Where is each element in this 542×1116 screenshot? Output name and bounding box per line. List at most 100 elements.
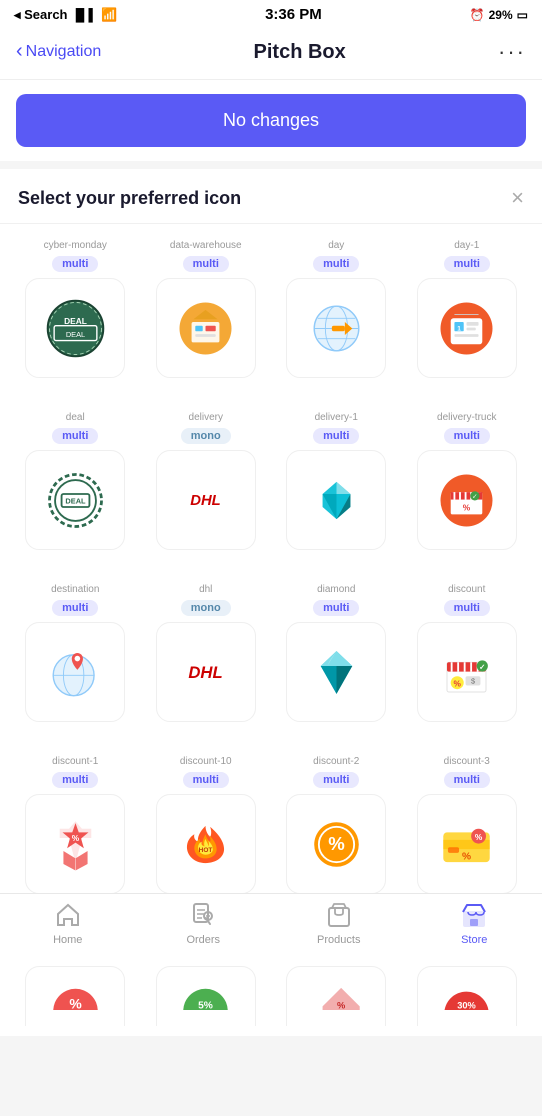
svg-text:✓: ✓ bbox=[479, 662, 485, 671]
tab-orders-label: Orders bbox=[186, 934, 220, 946]
badge-discount1: multi bbox=[52, 772, 98, 788]
icon-picker-title: Select your preferred icon bbox=[18, 188, 241, 209]
icon-label-delivery1: delivery-1 bbox=[315, 412, 358, 423]
badge-discount2: multi bbox=[313, 772, 359, 788]
icon-box-discount7[interactable]: 30% bbox=[417, 966, 517, 1026]
back-button[interactable]: ‹ Navigation bbox=[16, 43, 101, 61]
icon-box-delivery1[interactable] bbox=[286, 450, 386, 550]
icons-grid-row3: destination multi dhl mono bbox=[0, 568, 542, 740]
icon-label-discount10: discount-10 bbox=[180, 756, 232, 767]
svg-text:%: % bbox=[475, 831, 483, 841]
status-right: ⏰ 29% ▭ bbox=[470, 8, 528, 22]
icons-grid-row2: deal multi DEAL delivery mono DHL bbox=[0, 396, 542, 568]
icon-box-delivery-truck[interactable]: % ✓ bbox=[417, 450, 517, 550]
badge-data-warehouse: multi bbox=[183, 256, 229, 272]
icon-label-day: day bbox=[328, 240, 344, 251]
tab-products-label: Products bbox=[317, 934, 360, 946]
icon-box-discount3[interactable]: % % bbox=[417, 794, 517, 894]
icon-box-diamond[interactable] bbox=[286, 622, 386, 722]
svg-text:$: $ bbox=[471, 676, 475, 685]
icon-box-discount[interactable]: % $ ✓ bbox=[417, 622, 517, 722]
svg-text:5%: 5% bbox=[198, 1000, 213, 1010]
back-chevron-icon: ‹ bbox=[16, 41, 23, 61]
badge-discount: multi bbox=[444, 600, 490, 616]
icon-cell-destination: destination multi bbox=[10, 576, 141, 732]
icon-label-discount3: discount-3 bbox=[444, 756, 490, 767]
close-button[interactable]: × bbox=[511, 187, 524, 209]
icon-label-data-warehouse: data-warehouse bbox=[170, 240, 242, 251]
icon-label-delivery: delivery bbox=[189, 412, 223, 423]
badge-deal: multi bbox=[52, 428, 98, 444]
battery-icon: ▭ bbox=[517, 8, 528, 22]
status-time: 3:36 PM bbox=[265, 6, 322, 23]
icon-box-dhl[interactable]: DHL bbox=[156, 622, 256, 722]
tab-bar: Home Orders Products bbox=[0, 893, 542, 964]
status-bar: ◂ Search ▐▌▌ 📶 3:36 PM ⏰ 29% ▭ bbox=[0, 0, 542, 29]
page-title: Pitch Box bbox=[254, 41, 346, 64]
icon-label-deal: deal bbox=[66, 412, 85, 423]
icon-label-diamond: diamond bbox=[317, 584, 355, 595]
no-changes-section: No changes bbox=[0, 80, 542, 161]
icon-box-discount1[interactable]: % bbox=[25, 794, 125, 894]
icon-cell-discount3: discount-3 multi % % bbox=[402, 748, 533, 904]
tab-store[interactable]: Store bbox=[439, 902, 509, 946]
icon-box-discount2[interactable]: % bbox=[286, 794, 386, 894]
icon-cell-discount: discount multi % $ bbox=[402, 576, 533, 732]
search-label: ◂ Search bbox=[14, 7, 68, 23]
badge-discount10: multi bbox=[183, 772, 229, 788]
svg-text:1: 1 bbox=[458, 325, 462, 332]
icon-picker-header: Select your preferred icon × bbox=[0, 169, 542, 224]
icon-box-discount5[interactable]: 5% bbox=[156, 966, 256, 1026]
badge-cyber-monday: multi bbox=[52, 256, 98, 272]
icon-label-discount1: discount-1 bbox=[52, 756, 98, 767]
svg-text:✓: ✓ bbox=[472, 493, 477, 500]
icon-box-discount10[interactable]: HOT bbox=[156, 794, 256, 894]
svg-text:DHL: DHL bbox=[190, 493, 221, 509]
icon-cell-day1: day-1 multi 1 bbox=[402, 232, 533, 388]
badge-diamond: multi bbox=[313, 600, 359, 616]
icon-cell-discount10: discount-10 multi HOT bbox=[141, 748, 272, 904]
icon-cell-discount2: discount-2 multi % bbox=[271, 748, 402, 904]
tab-products[interactable]: Products bbox=[304, 902, 374, 946]
icon-box-destination[interactable] bbox=[25, 622, 125, 722]
tab-home-label: Home bbox=[53, 934, 82, 946]
battery-label: 29% bbox=[489, 8, 513, 22]
icon-box-day[interactable] bbox=[286, 278, 386, 378]
badge-dhl: mono bbox=[181, 600, 231, 616]
no-changes-button[interactable]: No changes bbox=[16, 94, 526, 147]
icon-label-discount2: discount-2 bbox=[313, 756, 359, 767]
svg-text:30%: 30% bbox=[457, 1000, 476, 1010]
svg-text:%: % bbox=[328, 833, 345, 854]
store-icon bbox=[461, 902, 487, 931]
tab-home[interactable]: Home bbox=[33, 902, 103, 946]
nav-bar: ‹ Navigation Pitch Box ··· bbox=[0, 29, 542, 80]
svg-text:%: % bbox=[454, 678, 462, 688]
icon-label-dhl: dhl bbox=[199, 584, 212, 595]
home-icon bbox=[55, 902, 81, 931]
icon-box-delivery[interactable]: DHL bbox=[156, 450, 256, 550]
more-button[interactable]: ··· bbox=[498, 39, 526, 65]
svg-text:%: % bbox=[463, 502, 471, 512]
icons-grid-row1: cyber-monday multi DEAL DEAL data-wareho… bbox=[0, 224, 542, 396]
svg-text:HOT: HOT bbox=[199, 846, 213, 853]
icon-box-data-warehouse[interactable] bbox=[156, 278, 256, 378]
back-label: Navigation bbox=[26, 43, 102, 61]
svg-text:%: % bbox=[337, 1000, 345, 1010]
icon-cell-dhl: dhl mono DHL bbox=[141, 576, 272, 732]
svg-text:DEAL: DEAL bbox=[66, 329, 85, 338]
svg-text:DHL: DHL bbox=[189, 663, 223, 682]
icon-box-deal[interactable]: DEAL bbox=[25, 450, 125, 550]
icon-cell-data-warehouse: data-warehouse multi bbox=[141, 232, 272, 388]
tab-store-label: Store bbox=[461, 934, 487, 946]
icon-label-cyber-monday: cyber-monday bbox=[44, 240, 107, 251]
icon-label-delivery-truck: delivery-truck bbox=[437, 412, 496, 423]
tab-orders[interactable]: Orders bbox=[168, 902, 238, 946]
icon-box-discount6[interactable]: % bbox=[286, 966, 386, 1026]
svg-text:%: % bbox=[462, 851, 471, 862]
icon-box-cyber-monday[interactable]: DEAL DEAL bbox=[25, 278, 125, 378]
icons-grid-row4: discount-1 multi % discount-10 multi bbox=[0, 740, 542, 912]
icon-box-day1[interactable]: 1 bbox=[417, 278, 517, 378]
icon-box-discount4[interactable]: % bbox=[25, 966, 125, 1026]
svg-text:DEAL: DEAL bbox=[65, 496, 86, 505]
badge-discount3: multi bbox=[444, 772, 490, 788]
